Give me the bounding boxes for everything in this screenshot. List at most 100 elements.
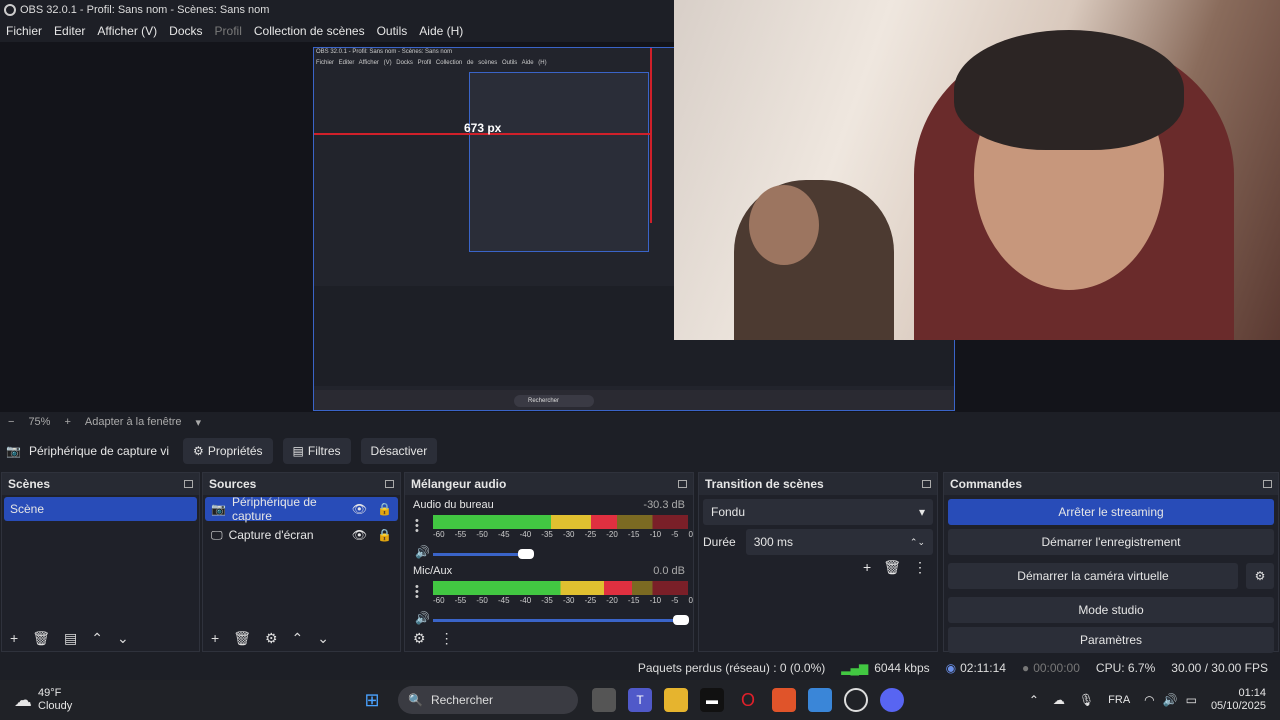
settings-button[interactable]: Paramètres [948, 627, 1274, 653]
taskbar-search[interactable]: 🔍 Rechercher [398, 686, 578, 714]
spin-icon[interactable]: ⌃⌄ [910, 537, 925, 548]
measure-line-vertical [650, 48, 652, 223]
channel-db: 0.0 dB [653, 565, 685, 577]
volume-slider-1[interactable] [433, 615, 689, 625]
menu-tools[interactable]: Outils [377, 24, 408, 38]
zoom-fit-select[interactable]: Adapter à la fenêtre [85, 416, 182, 428]
speaker-icon[interactable]: 🔊 [415, 545, 430, 559]
filters-label: Filtres [307, 444, 341, 458]
volume-slider-0[interactable] [433, 549, 534, 559]
trash-icon[interactable]: 🗑 [883, 559, 901, 576]
add-icon[interactable]: + [211, 630, 219, 646]
obs-taskbar-icon[interactable] [844, 688, 868, 712]
stop-streaming-button[interactable]: Arrêter le streaming [948, 499, 1274, 525]
float-icon[interactable] [1263, 480, 1272, 488]
meter-tick-label: -35 [541, 596, 553, 605]
source-toolbar: 📷 Périphérique de capture vi ⚙ Propriété… [0, 433, 1280, 469]
trash-icon[interactable]: 🗑 [233, 630, 251, 647]
menu-dots-icon[interactable]: ⋮ [440, 630, 454, 647]
source-item[interactable]: 🖵 Capture d'écran 👁 🔒 [205, 523, 398, 547]
onedrive-icon[interactable]: ☁ [1053, 693, 1065, 707]
teams-icon[interactable]: T [628, 688, 652, 712]
start-recording-button[interactable]: Démarrer l'enregistrement [948, 529, 1274, 555]
move-down-icon[interactable]: ⌄ [317, 630, 329, 647]
studio-mode-button[interactable]: Mode studio [948, 597, 1274, 623]
brave-icon[interactable] [772, 688, 796, 712]
zoom-out-button[interactable]: − [8, 416, 14, 428]
menu-scene-collection[interactable]: Collection de scènes [254, 24, 365, 38]
capcut-icon[interactable]: ▬ [700, 688, 724, 712]
webcam-capture[interactable] [674, 0, 1280, 340]
lock-icon[interactable]: 🔒 [377, 528, 392, 542]
virtual-camera-button[interactable]: Démarrer la caméra virtuelle [948, 563, 1238, 589]
move-down-icon[interactable]: ⌄ [117, 630, 129, 647]
menu-edit[interactable]: Editer [54, 24, 85, 38]
duration-spinbox[interactable]: 300 ms ⌃⌄ [745, 529, 933, 555]
properties-button[interactable]: ⚙ Propriétés [183, 438, 273, 464]
meter-tick-label: -45 [497, 596, 510, 605]
float-icon[interactable] [385, 480, 394, 488]
float-icon[interactable] [184, 480, 193, 488]
battery-icon[interactable]: ▭ [1186, 693, 1197, 707]
transition-select[interactable]: Fondu ▾ [703, 499, 933, 525]
window-title: OBS 32.0.1 - Profil: Sans nom - Scènes: … [20, 4, 270, 16]
meter-ticks: -60 -55 -50 -45 -40 -35 -30 -25 -20 -15 -10 -5 0 [433, 530, 693, 539]
channel-name: Audio du bureau [413, 499, 494, 511]
channel-db: -30.3 dB [643, 499, 685, 511]
speaker-icon[interactable]: 🔊 [415, 611, 430, 625]
float-icon[interactable] [922, 480, 931, 488]
deactivate-button[interactable]: Désactiver [360, 438, 438, 464]
notepad-icon[interactable] [808, 688, 832, 712]
signal-icon: ▂▄▆ [841, 661, 869, 675]
mic-icon[interactable]: 🎙 [1079, 693, 1094, 707]
eye-icon[interactable]: 👁 [352, 502, 367, 516]
tray-chevron-up-icon[interactable]: ⌃ [1029, 693, 1039, 707]
dropped-frames: Paquets perdus (réseau) : 0 (0.0%) [637, 661, 826, 675]
virtual-camera-settings-gear-icon[interactable]: ⚙ [1246, 563, 1274, 589]
menu-dots-icon[interactable]: • • • [415, 516, 419, 537]
meter-tick-label: -45 [497, 530, 510, 539]
meter-tick-label: -10 [649, 530, 662, 539]
meter-tick-label: -30 [562, 596, 575, 605]
windows-start-icon[interactable]: ⊞ [360, 688, 384, 712]
lock-icon[interactable]: 🔒 [377, 502, 392, 516]
menu-docks[interactable]: Docks [169, 24, 202, 38]
wifi-icon[interactable]: ◠ [1144, 693, 1154, 707]
fps: 30.00 / 30.00 FPS [1171, 661, 1268, 675]
source-item[interactable]: 📷 Périphérique de capture 👁 🔒 [205, 495, 398, 523]
deactivate-label: Désactiver [370, 444, 428, 458]
menu-file[interactable]: Fichier [6, 24, 42, 38]
zoom-in-button[interactable]: + [64, 416, 70, 428]
transitions-title: Transition de scènes [705, 477, 824, 491]
menu-profile[interactable]: Profil [215, 24, 242, 38]
menu-dots-icon[interactable]: • • • [415, 582, 419, 603]
task-view-icon[interactable] [592, 688, 616, 712]
slider-knob[interactable] [673, 615, 689, 625]
add-icon[interactable]: + [10, 630, 18, 646]
filter-icon[interactable]: ▤ [64, 630, 77, 647]
add-icon[interactable]: + [863, 559, 871, 576]
language-indicator[interactable]: FRA [1108, 694, 1130, 706]
menu-view[interactable]: Afficher (V) [97, 24, 157, 38]
weather-temp: 49°F [38, 687, 62, 699]
clock[interactable]: 01:14 05/10/2025 [1211, 687, 1266, 713]
discord-icon[interactable] [880, 688, 904, 712]
advanced-audio-icon[interactable]: ⚙ [413, 630, 426, 647]
trash-icon[interactable]: 🗑 [32, 630, 50, 647]
filters-button[interactable]: ▤ Filtres [282, 438, 351, 464]
opera-icon[interactable]: O [736, 688, 760, 712]
clock-date: 05/10/2025 [1210, 700, 1266, 712]
float-icon[interactable] [678, 480, 687, 488]
chevron-down-icon[interactable]: ▾ [196, 416, 202, 429]
weather-widget[interactable]: ☁ 49°F Cloudy [14, 687, 354, 713]
menu-dots-icon[interactable]: ⋮ [913, 559, 927, 576]
volume-icon[interactable]: 🔊 [1163, 693, 1178, 707]
gear-icon[interactable]: ⚙ [265, 630, 278, 647]
menu-help[interactable]: Aide (H) [419, 24, 463, 38]
file-explorer-icon[interactable] [664, 688, 688, 712]
scene-item[interactable]: Scène [4, 497, 197, 521]
move-up-icon[interactable]: ⌃ [91, 630, 103, 647]
eye-icon[interactable]: 👁 [352, 528, 367, 542]
slider-knob[interactable] [518, 549, 534, 559]
move-up-icon[interactable]: ⌃ [292, 630, 304, 647]
